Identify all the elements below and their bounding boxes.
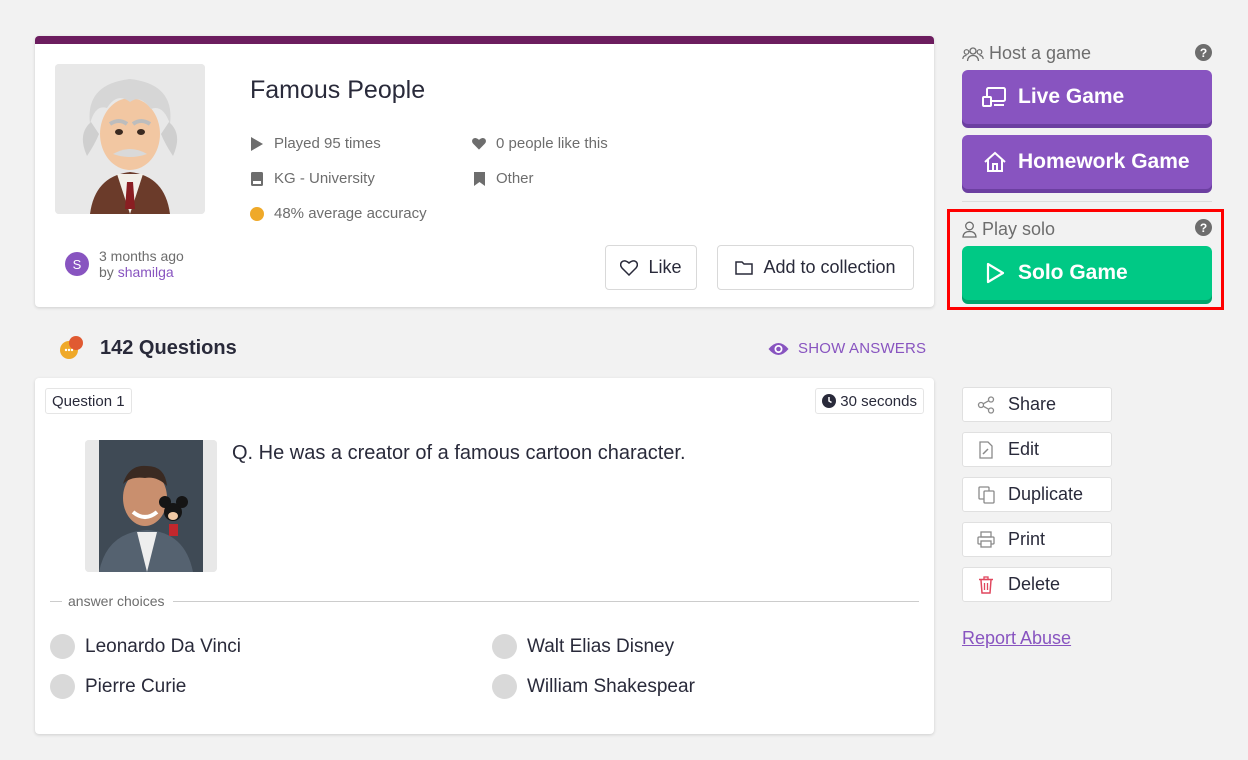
edit-icon — [977, 440, 995, 459]
live-game-button[interactable]: Live Game — [962, 70, 1212, 124]
author-info: S 3 months ago by shamilga — [65, 248, 184, 280]
card-top-bar — [35, 36, 934, 44]
quiz-thumbnail — [55, 64, 205, 214]
question-image — [85, 440, 217, 572]
accuracy-dot-icon — [250, 206, 264, 221]
help-icon[interactable]: ? — [1195, 44, 1212, 61]
book-icon — [250, 171, 264, 186]
share-button[interactable]: Share — [962, 387, 1112, 422]
duplicate-icon — [977, 485, 995, 504]
avatar: S — [65, 252, 89, 276]
question-card: Question 1 30 seconds Q. He was a creato… — [35, 378, 934, 734]
like-button[interactable]: Like — [605, 245, 697, 290]
answer-radio — [50, 634, 75, 659]
user-icon — [962, 221, 977, 238]
folder-icon — [735, 260, 754, 275]
show-answers-button[interactable]: SHOW ANSWERS — [768, 340, 926, 357]
answer-radio — [50, 674, 75, 699]
trash-icon — [977, 575, 995, 594]
play-icon — [250, 136, 264, 151]
share-icon — [977, 395, 995, 414]
sidebar-divider — [962, 201, 1212, 202]
question-time: 30 seconds — [815, 388, 924, 414]
duplicate-button[interactable]: Duplicate — [962, 477, 1112, 512]
heart-icon — [472, 137, 486, 151]
quiz-title: Famous People — [250, 76, 426, 104]
answer-choices-label: answer choices — [68, 593, 165, 609]
clock-icon — [822, 394, 837, 408]
questions-icon — [58, 335, 84, 361]
author-link[interactable]: shamilga — [118, 264, 174, 280]
host-game-label: Host a game — [962, 43, 1091, 64]
print-icon — [977, 531, 995, 549]
questions-header: 142 Questions — [58, 335, 237, 361]
answer-choices-divider: answer choices — [50, 593, 919, 609]
monitor-icon — [982, 84, 1008, 110]
print-button[interactable]: Print — [962, 522, 1112, 557]
answer-radio — [492, 634, 517, 659]
delete-button[interactable]: Delete — [962, 567, 1112, 602]
play-solo-label: Play solo — [962, 219, 1055, 240]
answer-choice: Leonardo Da Vinci — [50, 634, 241, 659]
questions-count: 142 Questions — [100, 336, 237, 359]
bookmark-icon — [472, 171, 486, 186]
home-icon — [982, 149, 1008, 175]
question-text: Q. He was a creator of a famous cartoon … — [232, 442, 686, 464]
homework-game-button[interactable]: Homework Game — [962, 135, 1212, 189]
question-number: Question 1 — [45, 388, 132, 414]
answer-radio — [492, 674, 517, 699]
add-to-collection-button[interactable]: Add to collection — [717, 245, 914, 290]
edit-button[interactable]: Edit — [962, 432, 1112, 467]
answer-choice: William Shakespear — [492, 674, 695, 699]
subject: Other — [472, 170, 534, 187]
eye-icon — [768, 342, 789, 356]
like-count: 0 people like this — [472, 135, 608, 152]
report-abuse-link[interactable]: Report Abuse — [962, 628, 1071, 649]
grade-level: KG - University — [250, 170, 375, 187]
heart-outline-icon — [620, 259, 639, 276]
solo-game-button[interactable]: Solo Game — [962, 246, 1212, 300]
answer-choice: Walt Elias Disney — [492, 634, 674, 659]
quiz-info-card: Famous People Played 95 times 0 people l… — [35, 36, 934, 307]
created-time: 3 months ago — [99, 248, 184, 264]
answer-choice: Pierre Curie — [50, 674, 186, 699]
users-icon — [962, 46, 984, 62]
play-outline-icon — [982, 260, 1008, 286]
average-accuracy: 48% average accuracy — [250, 205, 427, 222]
played-count: Played 95 times — [250, 135, 381, 152]
help-icon[interactable]: ? — [1195, 219, 1212, 236]
